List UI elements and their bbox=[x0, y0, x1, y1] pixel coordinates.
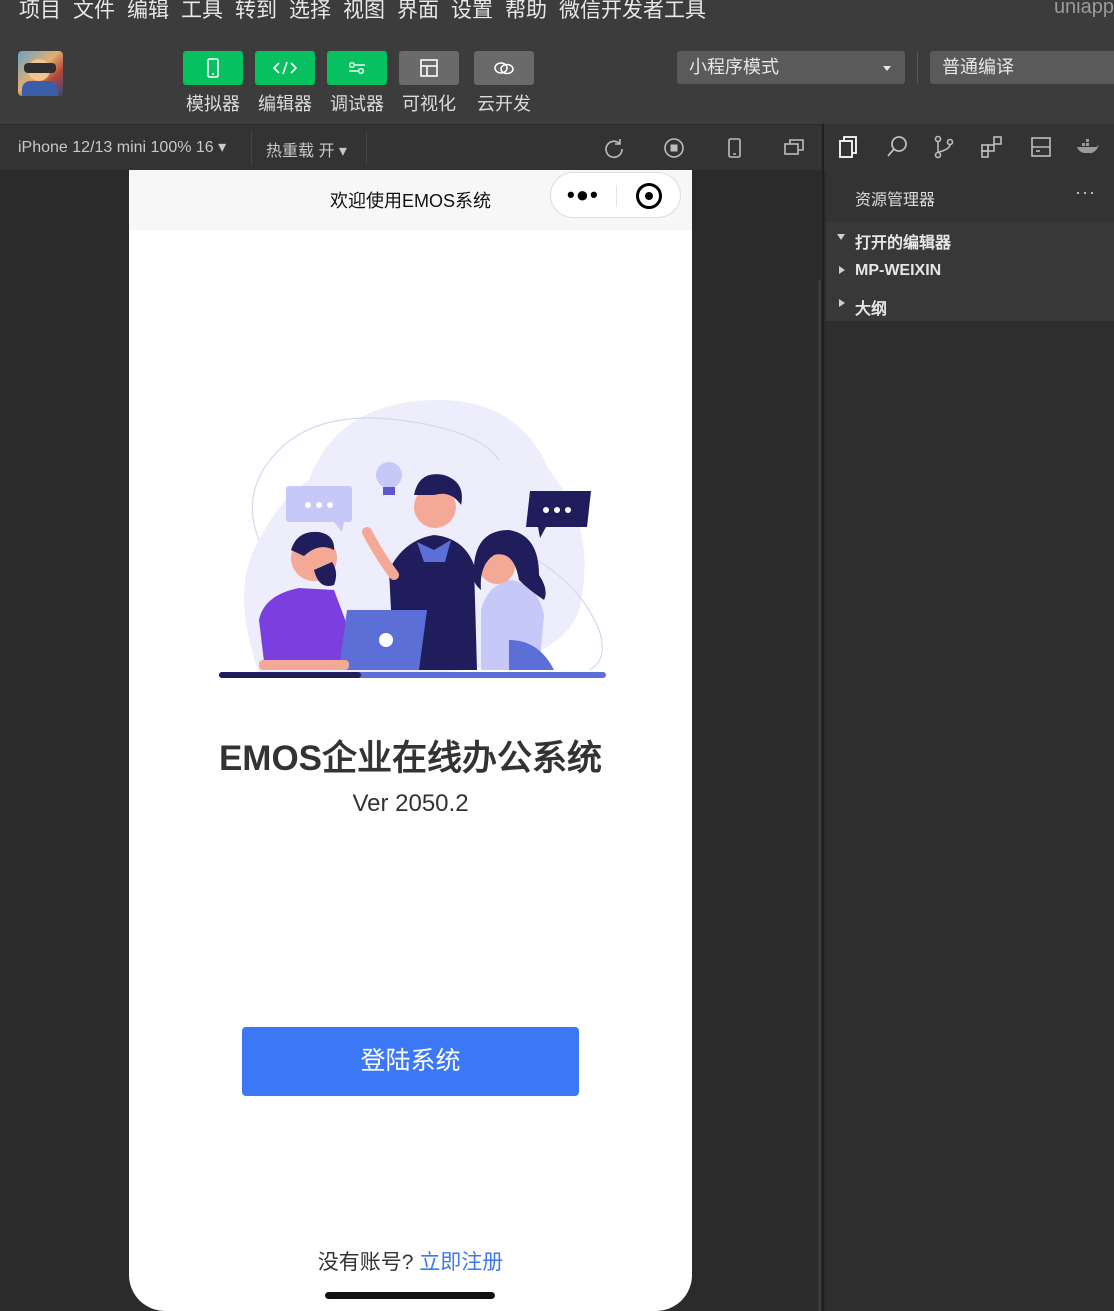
refresh-icon[interactable] bbox=[603, 137, 625, 159]
panel-divider[interactable] bbox=[822, 124, 824, 1311]
device-icon[interactable] bbox=[723, 137, 745, 159]
capsule-menu: •●• bbox=[550, 172, 681, 218]
extensions-icon[interactable] bbox=[980, 135, 1004, 159]
stop-record-icon[interactable] bbox=[663, 137, 685, 159]
activity-bar bbox=[824, 124, 1114, 170]
team-illustration bbox=[219, 400, 606, 678]
explorer-title: 资源管理器 bbox=[855, 192, 936, 209]
layout-icon bbox=[420, 59, 438, 77]
cloud-dev-label: 云开发 bbox=[477, 94, 531, 114]
cloud-dev-button[interactable] bbox=[474, 51, 534, 85]
files-icon[interactable] bbox=[836, 135, 860, 159]
menu-goto[interactable]: 转到 bbox=[235, 0, 277, 24]
detach-window-icon[interactable] bbox=[783, 137, 805, 159]
user-avatar[interactable] bbox=[18, 51, 63, 96]
home-indicator bbox=[325, 1292, 495, 1299]
search-icon[interactable] bbox=[885, 135, 909, 159]
simulator-label: 模拟器 bbox=[186, 94, 240, 114]
register-link[interactable]: 立即注册 bbox=[419, 1251, 503, 1274]
source-control-icon[interactable] bbox=[932, 135, 956, 159]
section-mp-weixin[interactable]: MP-WEIXIN bbox=[826, 255, 1114, 288]
device-select[interactable]: iPhone 12/13 mini 100% 16 ▾ bbox=[18, 137, 226, 157]
more-options-icon[interactable]: •●• bbox=[567, 184, 599, 206]
menu-settings[interactable]: 设置 bbox=[451, 0, 493, 24]
code-icon bbox=[272, 61, 298, 75]
section-label: MP-WEIXIN bbox=[855, 262, 942, 279]
menu-help[interactable]: 帮助 bbox=[505, 0, 547, 24]
simulator-button[interactable] bbox=[183, 51, 243, 85]
register-footer: 没有账号? 立即注册 bbox=[129, 1246, 692, 1276]
project-name: uniapp bbox=[1053, 0, 1114, 18]
close-miniprogram-icon[interactable] bbox=[636, 183, 662, 209]
app-title: EMOS企业在线办公系统 bbox=[218, 739, 603, 778]
cloud-icon bbox=[494, 62, 514, 75]
toolbar: 模拟器 编辑器 调试器 可视化 云开发 小程序模式 普通编译 bbox=[0, 30, 1114, 124]
divider bbox=[251, 131, 252, 165]
compile-select[interactable]: 普通编译 bbox=[930, 51, 1114, 84]
debugger-button[interactable] bbox=[327, 51, 387, 85]
menu-project[interactable]: 项目 bbox=[19, 0, 61, 24]
scrollbar-track[interactable] bbox=[818, 280, 821, 1311]
chevron-down-icon bbox=[883, 66, 891, 71]
visualize-label: 可视化 bbox=[402, 94, 456, 114]
mode-select-value: 小程序模式 bbox=[689, 57, 779, 77]
divider bbox=[366, 131, 367, 165]
storage-icon[interactable] bbox=[1029, 135, 1053, 159]
menu-view[interactable]: 视图 bbox=[343, 0, 385, 24]
section-label: 大纲 bbox=[855, 301, 888, 318]
phone-simulator: 欢迎使用EMOS系统 •●• EMOS企业在线办公系统 Ver 2050.2 登… bbox=[129, 170, 692, 1311]
no-account-text: 没有账号? bbox=[317, 1251, 414, 1274]
menu-bar: 项目 文件 编辑 工具 转到 选择 视图 界面 设置 帮助 微信开发者工具 un… bbox=[0, 0, 1114, 30]
explorer-header: 资源管理器 ··· bbox=[826, 170, 1114, 222]
visualize-button[interactable] bbox=[399, 51, 459, 85]
menu-tools[interactable]: 工具 bbox=[181, 0, 223, 24]
section-outline[interactable]: 大纲 bbox=[826, 288, 1114, 321]
chevron-right-icon bbox=[839, 266, 845, 274]
menu-file[interactable]: 文件 bbox=[73, 0, 115, 24]
editor-label: 编辑器 bbox=[258, 94, 312, 114]
explorer-panel: 资源管理器 ··· 打开的编辑器 MP-WEIXIN 大纲 bbox=[826, 170, 1114, 1311]
more-icon[interactable]: ··· bbox=[1075, 182, 1096, 203]
menu-select[interactable]: 选择 bbox=[289, 0, 331, 24]
hot-reload-toggle[interactable]: 热重载 开 ▾ bbox=[266, 137, 347, 161]
docker-icon[interactable] bbox=[1076, 135, 1100, 159]
debugger-label: 调试器 bbox=[330, 94, 384, 114]
menu-edit[interactable]: 编辑 bbox=[127, 0, 169, 24]
chevron-down-icon bbox=[837, 234, 845, 240]
mode-select[interactable]: 小程序模式 bbox=[677, 51, 905, 84]
capsule-divider bbox=[616, 185, 617, 207]
chevron-right-icon bbox=[839, 299, 845, 307]
section-open-editors[interactable]: 打开的编辑器 bbox=[826, 222, 1114, 255]
toolbar-divider bbox=[917, 51, 918, 84]
simulator-toolbar: iPhone 12/13 mini 100% 16 ▾ 热重载 开 ▾ bbox=[0, 124, 824, 170]
login-button[interactable]: 登陆系统 bbox=[242, 1027, 579, 1096]
menu-wechat-devtools[interactable]: 微信开发者工具 bbox=[559, 0, 706, 24]
menu-interface[interactable]: 界面 bbox=[397, 0, 439, 24]
compile-select-value: 普通编译 bbox=[942, 57, 1014, 77]
editor-button[interactable] bbox=[255, 51, 315, 85]
phone-icon bbox=[207, 58, 219, 78]
app-version: Ver 2050.2 bbox=[352, 790, 469, 817]
section-label: 打开的编辑器 bbox=[855, 235, 952, 252]
mini-program-navbar: 欢迎使用EMOS系统 •●• bbox=[129, 170, 692, 230]
debug-sliders-icon bbox=[349, 62, 365, 74]
